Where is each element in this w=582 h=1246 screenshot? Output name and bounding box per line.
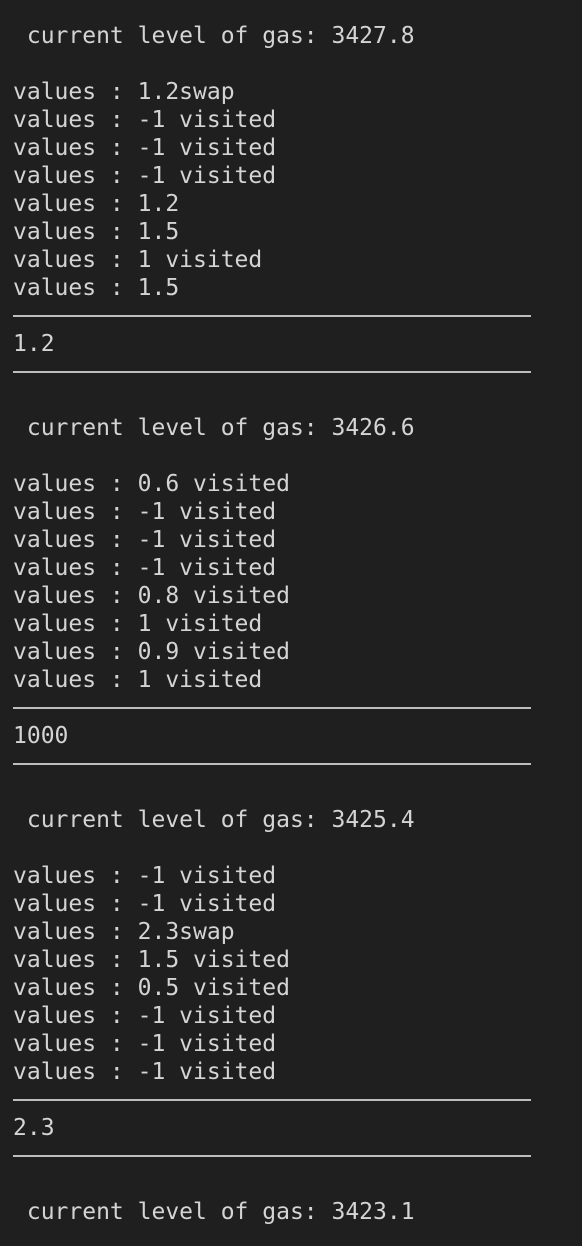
values-line: values : 0.5 visited (13, 975, 290, 1001)
terminal-output: current level of gas: 3427.8 values : 1.… (13, 22, 573, 1226)
values-line: values : 1.2 (13, 191, 180, 217)
gas-level-line: current level of gas: 3425.4 (13, 807, 415, 833)
result-line: 2.3 (13, 1115, 55, 1141)
values-line: values : -1 visited (13, 135, 277, 161)
values-line: values : -1 visited (13, 555, 277, 581)
values-line: values : 1.5 visited (13, 947, 290, 973)
separator-line (13, 1142, 573, 1170)
result-line: 1000 (13, 723, 69, 749)
values-line: values : 0.6 visited (13, 471, 290, 497)
values-line: values : -1 visited (13, 863, 277, 889)
gas-level-line: current level of gas: 3423.1 (13, 1199, 415, 1225)
values-line: values : -1 visited (13, 1031, 277, 1057)
separator-line (13, 302, 573, 330)
values-line: values : -1 visited (13, 499, 277, 525)
values-line: values : 1.5 (13, 219, 180, 245)
separator-line (13, 1086, 573, 1114)
values-line: values : 0.9 visited (13, 639, 290, 665)
values-line: values : 1 visited (13, 247, 263, 273)
separator-line (13, 358, 573, 386)
gas-level-line: current level of gas: 3427.8 (13, 23, 415, 49)
separator-line (13, 694, 573, 722)
values-line: values : -1 visited (13, 1003, 277, 1029)
values-line: values : 1 visited (13, 611, 263, 637)
values-line: values : -1 visited (13, 107, 277, 133)
values-line: values : -1 visited (13, 891, 277, 917)
values-line: values : 2.3swap (13, 919, 235, 945)
values-line: values : -1 visited (13, 163, 277, 189)
values-line: values : 1 visited (13, 667, 263, 693)
values-line: values : -1 visited (13, 527, 277, 553)
values-line: values : 1.5 (13, 275, 180, 301)
values-line: values : -1 visited (13, 1059, 277, 1085)
result-line: 1.2 (13, 331, 55, 357)
gas-level-line: current level of gas: 3426.6 (13, 415, 415, 441)
values-line: values : 0.8 visited (13, 583, 290, 609)
values-line: values : 1.2swap (13, 79, 235, 105)
separator-line (13, 750, 573, 778)
